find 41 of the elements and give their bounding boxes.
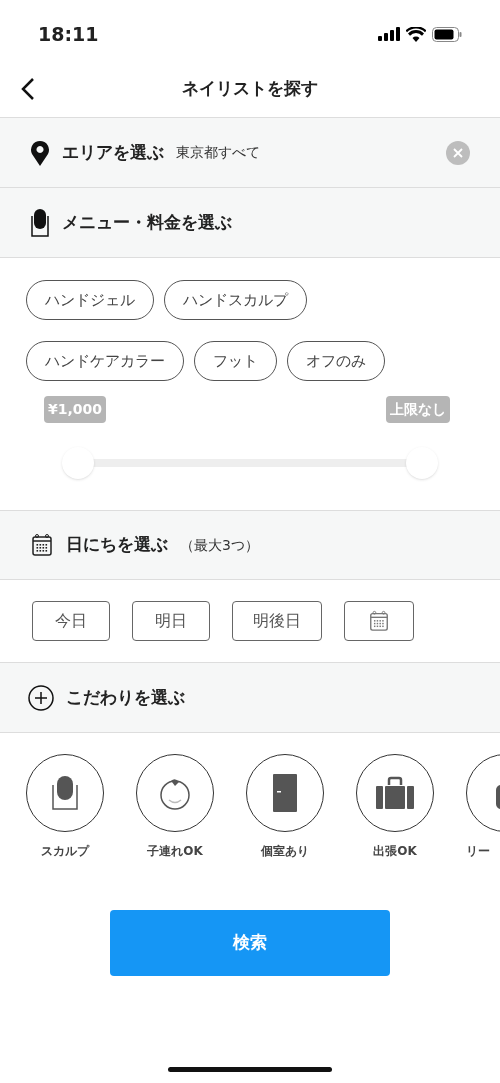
back-icon bbox=[21, 76, 35, 101]
menu-chip[interactable]: ハンドスカルプ bbox=[164, 280, 307, 320]
price-max-handle[interactable] bbox=[406, 447, 438, 479]
menu-chip[interactable]: オフのみ bbox=[287, 341, 385, 381]
date-label: 日にちを選ぶ bbox=[66, 533, 168, 557]
date-option[interactable]: 今日 bbox=[32, 601, 110, 641]
price-min-handle[interactable] bbox=[62, 447, 94, 479]
signal-icon bbox=[378, 27, 400, 41]
nail-icon bbox=[30, 207, 50, 238]
calendar-button[interactable] bbox=[344, 601, 414, 641]
date-note: （最大3つ） bbox=[180, 535, 259, 555]
calendar-icon bbox=[368, 610, 390, 632]
price-max-tooltip: 上限なし bbox=[386, 396, 450, 423]
preferences-label: こだわりを選ぶ bbox=[66, 685, 185, 709]
preference-label: リー bbox=[466, 843, 490, 860]
status-time: 18:11 bbox=[38, 21, 99, 47]
preference-label: 子連れOK bbox=[147, 843, 203, 860]
menu-chip[interactable]: ハンドジェル bbox=[26, 280, 154, 320]
wifi-icon bbox=[406, 26, 426, 42]
page-title: ネイリストを探す bbox=[182, 76, 318, 100]
location-pin-icon bbox=[30, 139, 50, 166]
door-icon bbox=[272, 773, 298, 813]
nail-icon bbox=[51, 775, 79, 811]
calendar-icon bbox=[30, 533, 54, 557]
price-slider[interactable] bbox=[62, 447, 438, 479]
preference-label: 出張OK bbox=[373, 843, 417, 860]
area-label: エリアを選ぶ bbox=[62, 140, 164, 164]
area-value: 東京都すべて bbox=[176, 143, 260, 162]
menu-chip[interactable]: フット bbox=[194, 341, 277, 381]
date-option[interactable]: 明後日 bbox=[232, 601, 322, 641]
area-row[interactable]: エリアを選ぶ 東京都すべて bbox=[0, 118, 500, 188]
menu-label: メニュー・料金を選ぶ bbox=[62, 210, 232, 234]
battery-icon bbox=[432, 26, 462, 42]
menu-chip[interactable]: ハンドケアカラー bbox=[26, 341, 184, 381]
date-option[interactable]: 明日 bbox=[132, 601, 210, 641]
close-icon bbox=[453, 147, 463, 158]
plus-circle-icon bbox=[28, 684, 54, 711]
preference-label: スカルプ bbox=[41, 843, 89, 860]
price-min-tooltip: ¥1,000 bbox=[44, 396, 107, 423]
suitcase-icon bbox=[375, 776, 415, 810]
preference-label: 個室あり bbox=[261, 843, 309, 860]
